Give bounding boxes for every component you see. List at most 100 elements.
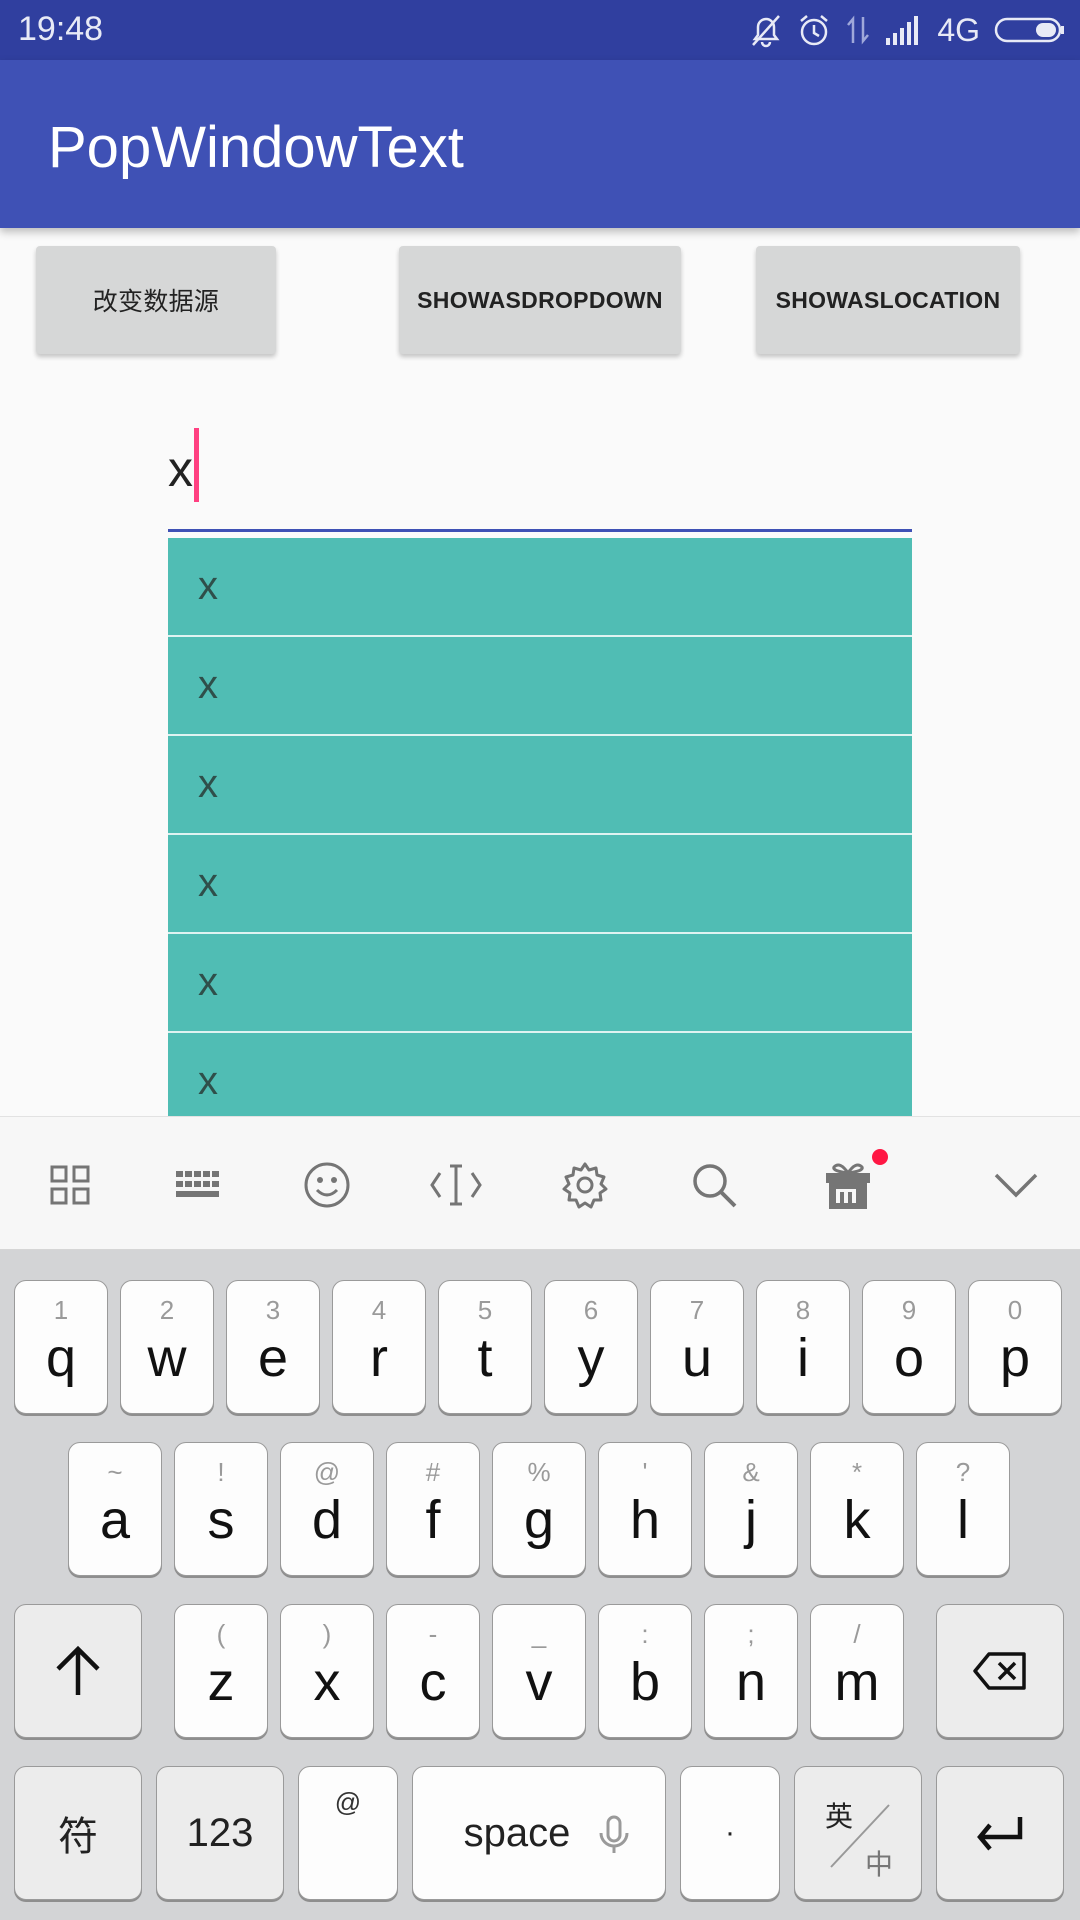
key-letter: r — [370, 1328, 388, 1388]
key-f[interactable]: # f — [386, 1442, 480, 1576]
key-letter: h — [629, 1490, 661, 1550]
symbols-label: 符 — [58, 1815, 98, 1859]
at-key[interactable]: @ — [298, 1766, 398, 1900]
key-n[interactable]: ; n — [704, 1604, 798, 1738]
space-key[interactable]: space — [412, 1766, 666, 1900]
key-hint: ? — [955, 1457, 971, 1487]
key-hint: 5 — [477, 1295, 493, 1325]
key-hint: : — [641, 1619, 649, 1649]
key-y[interactable]: 6y — [544, 1280, 638, 1414]
key-u[interactable]: 7u — [650, 1280, 744, 1414]
key-m[interactable]: / m — [810, 1604, 904, 1738]
show-as-dropdown-button[interactable]: SHOWASDROPDOWN — [399, 246, 681, 354]
key-b[interactable]: :b — [598, 1604, 692, 1738]
popup-window-list[interactable]: x x x x x x — [168, 538, 912, 1116]
key-r[interactable]: 4r — [332, 1280, 426, 1414]
key-letter: f — [425, 1490, 441, 1550]
text-input[interactable]: x — [168, 410, 912, 532]
key-letter: k — [843, 1490, 871, 1550]
backspace-icon — [937, 1605, 1063, 1737]
key-letter: d — [311, 1490, 343, 1550]
list-item[interactable]: x — [168, 637, 912, 736]
key-letter: q — [45, 1328, 77, 1388]
key-hint: ; — [747, 1619, 755, 1649]
key-letter: w — [147, 1328, 187, 1388]
symbols-key[interactable]: 符 — [14, 1766, 142, 1900]
gift-icon[interactable] — [818, 1149, 888, 1215]
app-bar: PopWindowText — [0, 60, 1080, 228]
key-l[interactable]: ? l — [916, 1442, 1010, 1576]
notification-dot — [872, 1149, 888, 1165]
list-item[interactable]: x — [168, 736, 912, 835]
at-label: @ — [334, 1787, 362, 1817]
emoji-icon[interactable] — [297, 1155, 357, 1215]
key-i[interactable]: 8i — [756, 1280, 850, 1414]
signal-icon — [885, 14, 923, 46]
period-key[interactable]: · — [680, 1766, 780, 1900]
key-hint: 4 — [371, 1295, 387, 1325]
grid-icon[interactable] — [40, 1155, 100, 1215]
key-p[interactable]: 0p — [968, 1280, 1062, 1414]
key-c[interactable]: -c — [386, 1604, 480, 1738]
text-cursor — [194, 428, 199, 502]
key-k[interactable]: * k — [810, 1442, 904, 1576]
change-data-source-button[interactable]: 改变数据源 — [36, 246, 276, 354]
status-bar: 19:48 4G — [0, 0, 1080, 60]
key-hint: 3 — [265, 1295, 281, 1325]
key-x[interactable]: ) x — [280, 1604, 374, 1738]
app-title: PopWindowText — [48, 115, 464, 180]
key-letter: i — [797, 1328, 809, 1388]
network-type: 4G — [937, 11, 980, 48]
key-h[interactable]: ' h — [598, 1442, 692, 1576]
key-t[interactable]: 5t — [438, 1280, 532, 1414]
key-letter: t — [477, 1328, 493, 1388]
key-letter: z — [207, 1652, 235, 1712]
key-letter: y — [577, 1328, 605, 1388]
enter-icon — [937, 1767, 1063, 1899]
chevron-down-icon[interactable] — [986, 1155, 1046, 1215]
list-item[interactable]: x — [168, 934, 912, 1033]
key-o[interactable]: 9o — [862, 1280, 956, 1414]
key-hint: # — [425, 1457, 441, 1487]
enter-key[interactable] — [936, 1766, 1064, 1900]
list-item[interactable]: x — [168, 835, 912, 934]
language-switch-key[interactable]: 英 中 — [794, 1766, 922, 1900]
key-e[interactable]: 3e — [226, 1280, 320, 1414]
key-letter: b — [629, 1652, 661, 1712]
shift-key[interactable] — [14, 1604, 142, 1738]
key-hint: ( — [216, 1619, 226, 1649]
key-z[interactable]: (z — [174, 1604, 268, 1738]
microphone-icon — [597, 1815, 631, 1860]
key-q[interactable]: 1q — [14, 1280, 108, 1414]
key-v[interactable]: _ v — [492, 1604, 586, 1738]
key-letter: n — [735, 1652, 767, 1712]
numbers-key[interactable]: 123 — [156, 1766, 284, 1900]
key-w[interactable]: 2w — [120, 1280, 214, 1414]
list-item[interactable]: x — [168, 538, 912, 637]
key-d[interactable]: @ d — [280, 1442, 374, 1576]
key-g[interactable]: % g — [492, 1442, 586, 1576]
gear-icon[interactable] — [555, 1155, 615, 1215]
alarm-icon — [797, 12, 831, 48]
key-letter: j — [745, 1490, 757, 1550]
soft-keyboard: 1q 2w 3e 4r 5t 6y 7u 8i 9o 0p ~ a ! s @ d #… — [0, 1250, 1080, 1920]
key-hint: 2 — [159, 1295, 175, 1325]
key-letter: c — [419, 1652, 447, 1712]
key-s[interactable]: ! s — [174, 1442, 268, 1576]
key-hint: / — [853, 1619, 861, 1649]
search-icon[interactable] — [684, 1155, 744, 1215]
key-hint: * — [851, 1457, 863, 1487]
list-item[interactable]: x — [168, 1033, 912, 1116]
backspace-key[interactable] — [936, 1604, 1064, 1738]
cursor-move-icon[interactable] — [426, 1155, 486, 1215]
key-letter: x — [313, 1652, 341, 1712]
key-j[interactable]: & j — [704, 1442, 798, 1576]
key-letter: l — [957, 1490, 969, 1550]
keyboard-icon[interactable] — [168, 1155, 228, 1215]
key-a[interactable]: ~ a — [68, 1442, 162, 1576]
bell-off-icon — [749, 12, 783, 48]
numbers-label: 123 — [186, 1810, 254, 1855]
show-as-location-button[interactable]: SHOWASLOCATION — [756, 246, 1020, 354]
text-input-value: x — [168, 441, 193, 497]
key-letter: u — [681, 1328, 713, 1388]
